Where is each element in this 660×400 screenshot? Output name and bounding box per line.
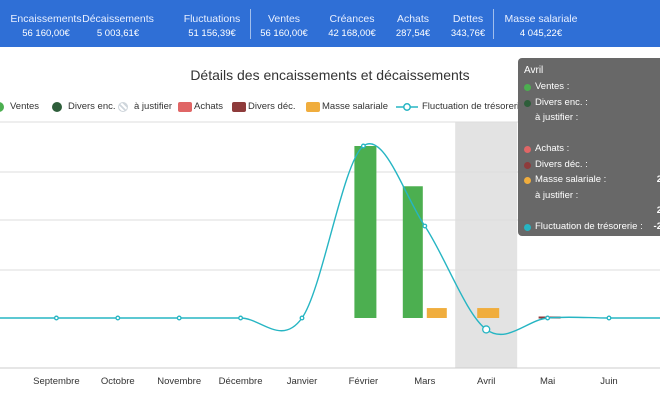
fluctuation-point	[53, 315, 59, 321]
tooltip-dot	[524, 146, 531, 153]
tooltip-dot	[524, 99, 531, 107]
tooltip-row	[524, 128, 660, 142]
tooltip-row: Divers enc. :	[524, 97, 660, 111]
legend-swatch	[118, 102, 128, 112]
tooltip-label: Divers déc. :	[535, 158, 588, 170]
legend-swatch	[232, 102, 246, 112]
tooltip-label: Fluctuation de trésorerie :	[535, 220, 643, 232]
tooltip-label: Divers enc. :	[535, 96, 588, 108]
bar-masse-salariale	[426, 308, 447, 318]
tooltip-row: Divers déc. :	[524, 159, 660, 173]
fluctuation-point	[545, 315, 551, 321]
tooltip-row: Ventes :	[524, 81, 660, 95]
tooltip-dot	[524, 161, 531, 169]
fluctuation-point	[299, 315, 305, 321]
fluctuation-point	[176, 315, 182, 321]
fluctuation-point	[238, 315, 244, 321]
fluctuation-point	[422, 223, 428, 229]
tooltip-row: Masse salariale :2	[524, 174, 660, 188]
legend-label: Divers déc.	[248, 101, 296, 112]
tooltip-label: Ventes :	[535, 81, 570, 92]
legend-label: à justifier	[134, 101, 173, 112]
x-tick-label: Juin	[600, 376, 617, 387]
tooltip-dot	[524, 223, 531, 231]
tooltip-row: Achats :	[524, 143, 660, 157]
legend-label: Masse salariale	[322, 101, 388, 112]
tooltip-dot	[524, 177, 531, 184]
legend-swatch	[306, 102, 320, 112]
bar-masse-salariale	[477, 308, 500, 318]
fluctuation-point	[606, 315, 612, 321]
tooltip-row: 2	[524, 205, 660, 219]
x-tick-label: Octobre	[101, 376, 135, 387]
tooltip-row: à justifier :	[524, 190, 660, 204]
tooltip-row: Fluctuation de trésorerie : -2	[524, 221, 660, 235]
tooltip-dot	[524, 84, 531, 91]
x-tick-label: Janvier	[287, 376, 318, 387]
tooltip-label: à justifier :	[535, 189, 579, 201]
tooltip-title: Avril	[524, 65, 544, 76]
tooltip-row: à justifier :	[524, 112, 660, 126]
x-tick-label: Février	[349, 376, 379, 387]
tooltip-label: Masse salariale :	[535, 174, 607, 185]
bar-ventes	[354, 146, 377, 318]
tooltip-label: Achats :	[535, 143, 570, 154]
legend-label: Achats	[194, 101, 224, 112]
legend-swatch	[396, 102, 418, 112]
legend-label: Fluctuation de trésorerie	[422, 101, 525, 112]
legend-label: Ventes	[10, 101, 40, 112]
x-tick-label: Avril	[477, 376, 495, 387]
x-tick-label: Mai	[540, 376, 555, 387]
chart-tooltip: Avril Ventes : Divers enc. : à justifier :…	[518, 58, 660, 236]
x-tick-label: Mars	[414, 376, 435, 387]
x-tick-label: Novembre	[157, 376, 201, 387]
fluctuation-point	[115, 315, 121, 321]
legend-label: Divers enc.	[68, 101, 116, 112]
legend-swatch	[52, 102, 62, 112]
x-tick-label: Décembre	[219, 376, 263, 387]
tooltip-label: à justifier :	[535, 112, 579, 123]
legend-swatch	[178, 102, 192, 112]
fluctuation-point	[360, 143, 366, 149]
x-tick-label: Septembre	[33, 376, 79, 387]
fluctuation-point	[482, 325, 491, 334]
tooltip-value: -2	[653, 220, 660, 232]
